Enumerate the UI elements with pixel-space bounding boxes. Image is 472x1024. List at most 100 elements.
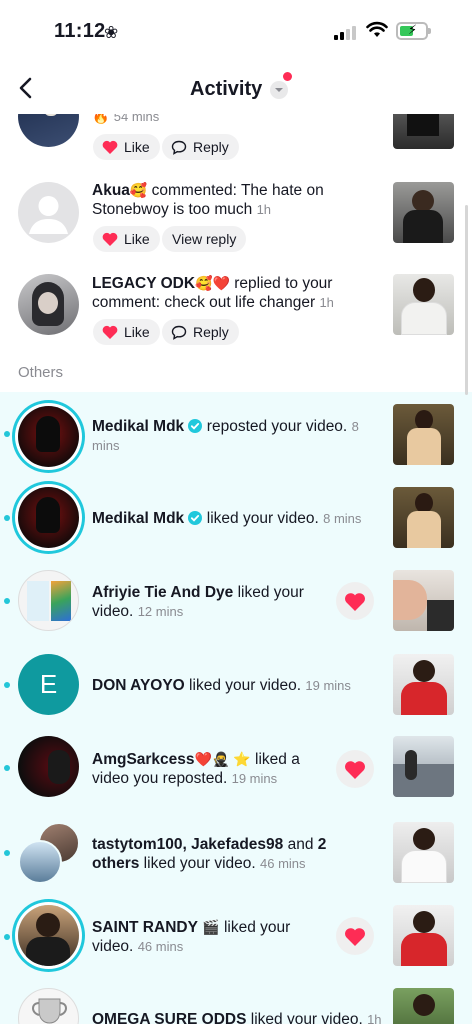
unread-dot xyxy=(4,850,10,856)
list-item[interactable]: AmgSarkcess❤️🥷 ⭐ liked a video you repos… xyxy=(0,726,472,810)
reply-button[interactable]: Reply xyxy=(162,319,239,345)
video-thumbnail[interactable] xyxy=(393,736,454,797)
like-label: Like xyxy=(124,139,150,155)
video-thumbnail[interactable] xyxy=(393,182,454,243)
chevron-down-icon xyxy=(270,80,289,99)
section-title-others: Others xyxy=(18,364,64,381)
heart-icon xyxy=(102,325,118,339)
username[interactable]: Akua xyxy=(92,182,130,199)
like-back-button[interactable] xyxy=(336,917,374,955)
unread-dot xyxy=(4,682,10,688)
avatar[interactable] xyxy=(18,736,79,797)
username[interactable]: SAINT RANDY xyxy=(92,919,198,936)
avatar[interactable] xyxy=(18,905,79,966)
video-thumbnail[interactable] xyxy=(393,274,454,335)
heart-icon xyxy=(102,232,118,246)
activity-text: liked your video. xyxy=(202,510,319,527)
like-button[interactable]: Like xyxy=(93,226,160,252)
notification-text: Afriyie Tie And Dye liked your video. 12… xyxy=(92,583,322,621)
avatar-stack[interactable] xyxy=(18,822,82,886)
header: Activity xyxy=(0,62,472,114)
list-item[interactable]: Medikal Mdk liked your video. 8 mins xyxy=(0,478,472,560)
activity-text: liked your video. xyxy=(246,1011,363,1024)
view-reply-button[interactable]: View reply xyxy=(162,226,247,252)
unread-dot xyxy=(4,431,10,437)
activity-text: reposted your video. xyxy=(202,418,348,435)
heart-icon xyxy=(345,760,365,779)
reply-button[interactable]: Reply xyxy=(162,134,239,160)
activity-text: liked your video. xyxy=(139,855,256,872)
video-thumbnail[interactable] xyxy=(393,404,454,465)
username[interactable]: DON AYOYO xyxy=(92,677,185,694)
cellular-signal-icon xyxy=(334,24,358,40)
username[interactable]: Medikal Mdk xyxy=(92,510,184,527)
like-back-button[interactable] xyxy=(336,750,374,788)
scrollbar[interactable] xyxy=(465,205,468,395)
list-item[interactable]: OMEGA SURE ODDS liked your video. 1h xyxy=(0,978,472,1024)
avatar[interactable] xyxy=(18,988,79,1024)
video-thumbnail[interactable] xyxy=(393,988,454,1024)
user-emoji: 🎬 xyxy=(202,919,220,935)
conjunction: and xyxy=(283,836,318,853)
list-item[interactable]: SAINT RANDY 🎬 liked your video. 46 mins xyxy=(0,894,472,978)
timestamp: 1h xyxy=(367,1012,382,1024)
video-thumbnail[interactable] xyxy=(393,654,454,715)
notification-text: Medikal Mdk reposted your video. 8 mins xyxy=(92,417,362,455)
user-emoji: 🥰❤️ xyxy=(195,275,230,291)
notification-text: SAINT RANDY 🎬 liked your video. 46 mins xyxy=(92,918,322,956)
avatar[interactable] xyxy=(18,182,79,243)
avatar[interactable] xyxy=(18,274,79,335)
username[interactable]: OMEGA SURE ODDS xyxy=(92,1011,246,1024)
list-item[interactable]: Afriyie Tie And Dye liked your video. 12… xyxy=(0,560,472,642)
verified-badge-icon xyxy=(188,511,203,525)
notification-text: DON AYOYO liked your video. 19 mins xyxy=(92,676,362,695)
username[interactable]: LEGACY ODK xyxy=(92,275,195,292)
avatar[interactable] xyxy=(18,570,79,631)
unread-dot xyxy=(4,934,10,940)
heart-icon xyxy=(102,140,118,154)
activity-filter-dropdown[interactable]: Activity xyxy=(190,78,289,101)
like-label: Like xyxy=(124,324,150,340)
like-button[interactable]: Like xyxy=(93,319,160,345)
page-title: Activity xyxy=(190,78,263,100)
battery-icon: ⚡ xyxy=(396,22,431,40)
username[interactable]: Afriyie Tie And Dye xyxy=(92,584,233,601)
avatar[interactable] xyxy=(18,406,79,467)
like-back-button[interactable] xyxy=(336,582,374,620)
video-thumbnail[interactable] xyxy=(393,487,454,548)
list-item[interactable]: LEGACY ODK🥰❤️ replied to your comment: c… xyxy=(0,262,472,362)
notification-text: LEGACY ODK🥰❤️ replied to your comment: c… xyxy=(92,274,362,312)
activity-text: liked your video. xyxy=(184,677,302,694)
reply-label: Reply xyxy=(193,324,229,340)
username[interactable]: Medikal Mdk xyxy=(92,418,184,435)
list-item[interactable]: tastytom100, Jakefades98 and 2 others li… xyxy=(0,810,472,894)
user-emoji: ❤️🥷 ⭐ xyxy=(194,751,251,767)
notification-text: tastytom100, Jakefades98 and 2 others li… xyxy=(92,835,352,873)
reply-label: Reply xyxy=(193,139,229,155)
list-item[interactable]: E DON AYOYO liked your video. 19 mins xyxy=(0,642,472,726)
timestamp: 8 mins xyxy=(323,511,362,526)
comment-bubble-icon xyxy=(171,140,187,155)
username[interactable]: AmgSarkcess xyxy=(92,751,195,768)
timestamp: 46 mins xyxy=(137,939,184,954)
list-item[interactable]: Akua🥰 commented: The hate on Stonebwoy i… xyxy=(0,170,472,262)
verified-badge-icon xyxy=(188,419,203,433)
timestamp: 1h xyxy=(256,202,272,217)
notification-text: Akua🥰 commented: The hate on Stonebwoy i… xyxy=(92,181,362,219)
video-thumbnail[interactable] xyxy=(393,570,454,631)
heart-icon xyxy=(345,592,365,611)
back-arrow-icon[interactable] xyxy=(14,76,38,100)
timestamp: 1h xyxy=(319,295,334,310)
video-thumbnail[interactable] xyxy=(393,905,454,966)
like-button[interactable]: Like xyxy=(93,134,160,160)
unread-dot xyxy=(4,598,10,604)
notification-text: AmgSarkcess❤️🥷 ⭐ liked a video you repos… xyxy=(92,750,322,788)
notification-text: Medikal Mdk liked your video. 8 mins xyxy=(92,509,362,528)
timestamp: 46 mins xyxy=(260,856,306,871)
list-item[interactable]: Medikal Mdk reposted your video. 8 mins xyxy=(0,396,472,478)
avatar[interactable]: E xyxy=(18,654,79,715)
avatar[interactable] xyxy=(18,487,79,548)
video-thumbnail[interactable] xyxy=(393,822,454,883)
username[interactable]: tastytom100, Jakefades98 xyxy=(92,836,283,853)
wifi-icon xyxy=(366,21,388,37)
